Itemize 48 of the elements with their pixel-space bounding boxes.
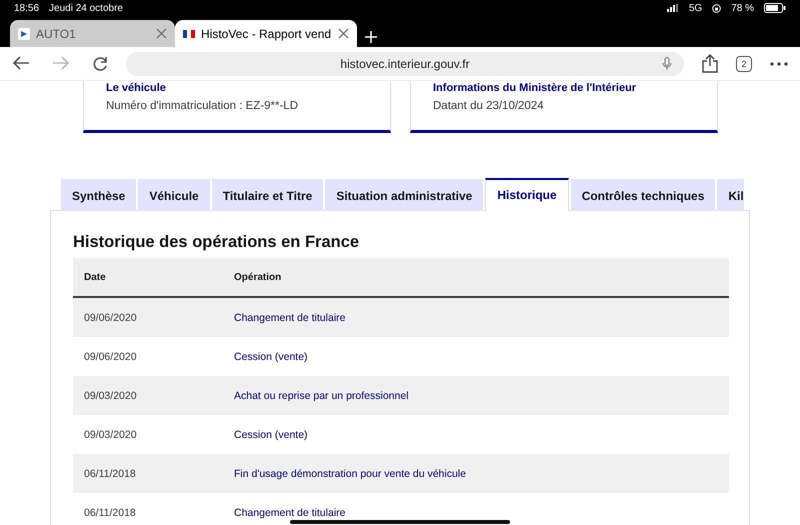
section-tab[interactable]: Synthèse <box>61 179 136 211</box>
date-cell: 06/11/2018 <box>73 454 223 493</box>
close-icon[interactable] <box>156 28 167 39</box>
section-title: Historique des opérations en France <box>73 233 360 252</box>
address-bar[interactable]: histovec.interieur.gouv.fr <box>126 52 684 76</box>
browser-tab[interactable]: HistoVec - Rapport vend <box>175 20 357 47</box>
date-cell: 09/06/2020 <box>73 297 223 337</box>
column-header: Date <box>73 258 223 297</box>
tab-title: HistoVec - Rapport vend <box>201 26 332 40</box>
new-tab-icon[interactable] <box>365 31 377 43</box>
battery-icon <box>764 3 786 13</box>
card-text: Numéro d'immatriculation : EZ-9**-LD <box>106 100 300 112</box>
column-header: Opération <box>223 258 729 297</box>
reload-icon[interactable] <box>92 56 108 72</box>
date-cell: 06/11/2018 <box>73 493 223 525</box>
more-icon[interactable] <box>770 62 788 66</box>
status-date: Jeudi 24 octobre <box>49 2 123 14</box>
microphone-icon[interactable] <box>662 56 672 70</box>
operation-link[interactable]: Changement de titulaire <box>223 493 729 525</box>
section-tab[interactable]: Titulaire et Titre <box>212 179 324 211</box>
date-cell: 09/03/2020 <box>73 376 223 415</box>
status-time: 18:56 <box>14 2 40 14</box>
share-icon[interactable] <box>702 54 718 73</box>
operation-link[interactable]: Cession (vente) <box>223 337 729 376</box>
card-text: Datant du 23/10/2024 <box>433 100 545 112</box>
network-label: 5G <box>688 2 702 14</box>
signal-icon <box>666 4 679 12</box>
card-title: Informations du Ministère de l'Intérieur <box>433 82 638 94</box>
operation-link[interactable]: Changement de titulaire <box>223 297 729 337</box>
browser-tab[interactable]: AUTO1 <box>10 20 175 47</box>
tab-title: AUTO1 <box>36 26 77 40</box>
date-cell: 09/03/2020 <box>73 415 223 454</box>
section-tab[interactable]: Historique <box>485 178 569 211</box>
site-favicon-icon <box>18 28 30 40</box>
section-tab[interactable]: Situation administrative <box>325 179 484 211</box>
operation-link[interactable]: Cession (vente) <box>223 415 729 454</box>
back-icon[interactable] <box>12 56 30 70</box>
section-tab[interactable]: Kil <box>717 179 744 211</box>
tab-count-button[interactable]: 2 <box>736 56 752 72</box>
section-tab[interactable]: Véhicule <box>138 179 210 211</box>
date-cell: 09/06/2020 <box>73 337 223 376</box>
close-icon[interactable] <box>338 28 349 39</box>
battery-percent: 78 % <box>731 2 754 14</box>
flag-icon <box>183 30 195 38</box>
operation-link[interactable]: Achat ou reprise par un professionnel <box>223 376 729 415</box>
operation-link[interactable]: Fin d'usage démonstration pour vente du véhicule <box>223 454 729 493</box>
section-tab[interactable]: Contrôles techniques <box>570 179 716 211</box>
card-title: Le véhicule <box>106 82 167 94</box>
